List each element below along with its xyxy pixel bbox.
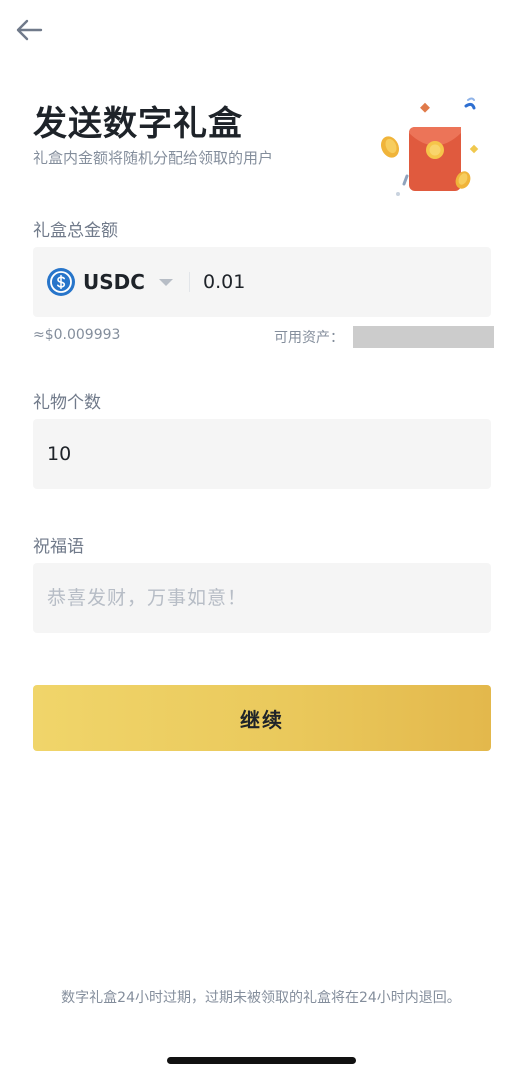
amount-field: USDC 0.01 [33, 247, 491, 317]
coin-symbol: USDC [83, 270, 145, 294]
page-subtitle: 礼盒内金额将随机分配给领取的用户 [33, 149, 274, 167]
coin-selector[interactable]: USDC [47, 247, 173, 317]
continue-button-label: 继续 [240, 707, 284, 732]
field-divider [189, 272, 190, 292]
amount-label: 礼盒总金额 [33, 221, 118, 241]
red-envelope-illustration [374, 96, 490, 202]
gift-count-field[interactable]: 10 [33, 419, 491, 489]
greeting-label: 祝福语 [33, 537, 84, 557]
usd-equivalent: ≈$0.009993 [33, 327, 121, 343]
continue-button[interactable]: 继续 [33, 685, 491, 751]
greeting-field[interactable]: 恭喜发财，万事如意！ [33, 563, 491, 633]
chevron-down-icon [158, 278, 173, 286]
amount-input[interactable]: 0.01 [203, 247, 245, 317]
usdc-coin-icon [47, 268, 75, 296]
page-title: 发送数字礼盒 [33, 104, 243, 144]
home-indicator[interactable] [167, 1057, 356, 1064]
gift-count-label: 礼物个数 [33, 393, 101, 413]
expiry-note: 数字礼盒24小时过期，过期未被领取的礼盒将在24小时内退回。 [61, 990, 461, 1006]
available-balance-label: 可用资产： [274, 330, 344, 346]
back-button[interactable] [14, 16, 44, 44]
greeting-input[interactable]: 恭喜发财，万事如意！ [47, 563, 247, 633]
gift-count-input[interactable]: 10 [47, 419, 71, 489]
available-balance-redacted [353, 326, 494, 348]
arrow-left-icon [16, 19, 43, 41]
